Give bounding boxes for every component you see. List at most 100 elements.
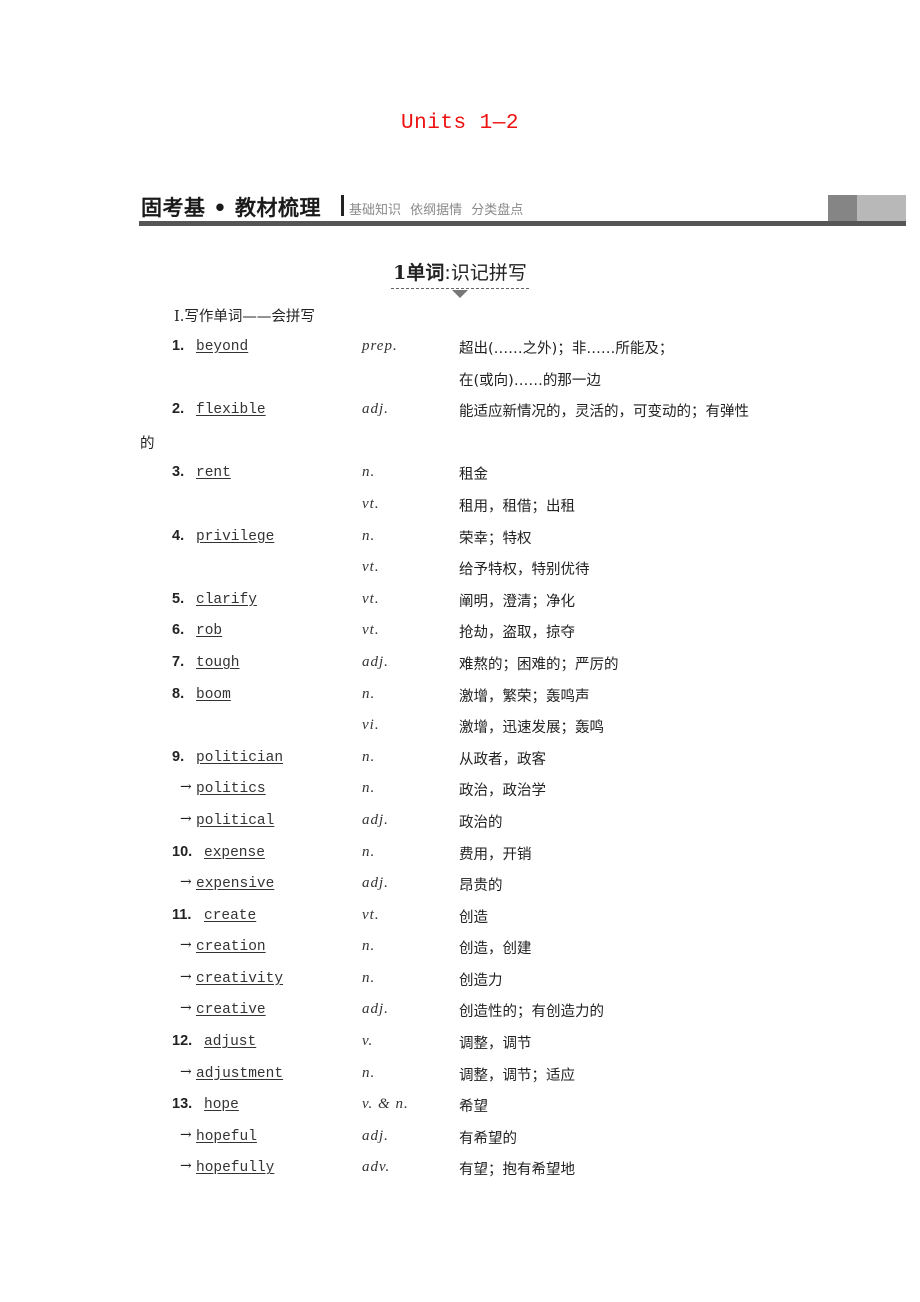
section-header-title: 固考基 • 教材梳理: [141, 196, 322, 220]
definition: 创造力: [459, 972, 503, 989]
vocab-row: → adjustment n. 调整，调节；适应: [0, 1061, 920, 1093]
vocab-word: adjustment: [196, 1065, 284, 1082]
entry-number: 12.: [172, 1033, 193, 1050]
vocab-word: expense: [204, 844, 265, 861]
definition: 租用，租借；出租: [459, 498, 575, 515]
arrow-right-icon: →: [180, 937, 192, 954]
definition: 激增，迅速发展；轰鸣: [459, 720, 604, 737]
vocab-word: adjust: [204, 1034, 257, 1051]
definition: 荣幸；特权: [459, 530, 532, 547]
part-of-speech: adj.: [362, 401, 389, 418]
arrow-right-icon: →: [180, 1126, 192, 1143]
vocab-word: rob: [196, 623, 223, 640]
vocab-row: 的: [0, 429, 920, 461]
entry-number: 5.: [172, 590, 185, 607]
part-of-speech: adj.: [362, 1127, 389, 1144]
part-of-speech: n.: [362, 938, 376, 955]
section-header: 固考基 • 教材梳理 基础知识 依纲据情 分类盘点: [139, 190, 906, 226]
vocab-row: vi. 激增，迅速发展；轰鸣: [0, 713, 920, 745]
vocab-row: 8. boom n. 激增，繁荣；轰鸣声: [0, 682, 920, 714]
vocab-row: 9. politician n. 从政者，政客: [0, 745, 920, 777]
part-of-speech: n.: [362, 843, 376, 860]
definition: 调整，调节: [459, 1036, 532, 1053]
part-of-speech: v. & n.: [362, 1096, 409, 1113]
vocab-row: 5. clarify vt. 阐明，澄清；净化: [0, 587, 920, 619]
definition: 创造性的；有创造力的: [459, 1004, 604, 1021]
vocab-row: vt. 给予特权，特别优待: [0, 555, 920, 587]
entry-number: 8.: [172, 685, 185, 702]
vocab-row: 13. hope v. & n. 希望: [0, 1092, 920, 1124]
definition: 从政者，政客: [459, 751, 546, 768]
definition: 在(或向)……的那一边: [459, 372, 601, 389]
part-of-speech: vt.: [362, 906, 380, 923]
entry-number: 9.: [172, 748, 185, 765]
vocab-row: → political adj. 政治的: [0, 808, 920, 840]
entry-number: 10.: [172, 843, 193, 860]
section-header-subtitle: 基础知识 依纲据情 分类盘点: [349, 203, 524, 218]
header-decor-block-dark: [828, 195, 857, 221]
triangle-down-icon: [452, 290, 468, 298]
part-of-speech: n.: [362, 685, 376, 702]
header-divider-bar: [341, 195, 344, 216]
part-of-speech: n.: [362, 780, 376, 797]
part-of-speech: adj.: [362, 811, 389, 828]
sub-heading: 1单词:识记拼写: [0, 258, 920, 298]
vocab-word: politics: [196, 781, 266, 798]
part-of-speech: n.: [362, 969, 376, 986]
definition: 政治的: [459, 814, 503, 831]
vocab-word: create: [204, 907, 257, 924]
definition: 阐明，澄清；净化: [459, 593, 575, 610]
entry-number: 13.: [172, 1096, 193, 1113]
vocabulary-list: 1. beyond prep. 超出(……之外)；非……所能及； 在(或向)……的那一边…: [0, 334, 920, 1187]
definition: 激增，繁荣；轰鸣声: [459, 688, 590, 705]
arrow-right-icon: →: [180, 1158, 192, 1175]
part-of-speech: n.: [362, 1064, 376, 1081]
vocab-word: creative: [196, 1002, 266, 1019]
definition: 希望: [459, 1099, 488, 1116]
vocab-row: → politics n. 政治，政治学: [0, 776, 920, 808]
definition: 难熬的；困难的；严厉的: [459, 656, 619, 673]
vocab-row: 6. rob vt. 抢劫，盗取，掠夺: [0, 618, 920, 650]
vocab-word: hope: [204, 1097, 239, 1114]
arrow-right-icon: →: [180, 779, 192, 796]
entry-number: 11.: [172, 906, 192, 923]
definition-continuation: 的: [140, 435, 155, 452]
vocab-word: privilege: [196, 528, 275, 545]
vocab-word: creation: [196, 939, 266, 956]
part-of-speech: vi.: [362, 717, 380, 734]
sub-heading-label: 1单词:识记拼写: [391, 258, 529, 298]
arrow-right-icon: →: [180, 1063, 192, 1080]
vocab-word: beyond: [196, 339, 249, 355]
definition: 给予特权，特别优待: [459, 562, 590, 579]
definition: 创造，创建: [459, 941, 532, 958]
part-of-speech: n.: [362, 748, 376, 765]
vocab-row: 在(或向)……的那一边: [0, 366, 920, 398]
arrow-right-icon: →: [180, 1000, 192, 1017]
definition: 有希望的: [459, 1130, 517, 1147]
vocab-word: politician: [196, 749, 284, 766]
part-of-speech: vt.: [362, 590, 380, 607]
arrow-right-icon: →: [180, 968, 192, 985]
arrow-right-icon: →: [180, 874, 192, 891]
sub-heading-bold: 单词: [406, 262, 445, 284]
definition: 调整，调节；适应: [459, 1067, 575, 1084]
vocab-row: 10. expense n. 费用，开销: [0, 840, 920, 872]
entry-number: 4.: [172, 527, 185, 544]
arrow-right-icon: →: [180, 810, 192, 827]
vocab-word: hopeful: [196, 1128, 257, 1145]
vocab-word: clarify: [196, 591, 257, 608]
sub-heading-number: 1: [393, 262, 407, 284]
part-of-speech: adj.: [362, 1001, 389, 1018]
header-decor-block-light: [857, 195, 906, 221]
vocab-word: flexible: [196, 402, 266, 419]
definition: 有望；抱有希望地: [459, 1162, 575, 1179]
part-title: Ⅰ.写作单词——会拼写: [174, 309, 315, 325]
definition: 能适应新情况的，灵活的，可变动的；有弹性: [459, 404, 749, 421]
page-title: Units 1—2: [401, 112, 519, 135]
vocab-word: creativity: [196, 970, 284, 987]
part-of-speech: n.: [362, 464, 376, 481]
vocab-word: expensive: [196, 876, 275, 893]
entry-number: 7.: [172, 653, 185, 670]
vocab-word: rent: [196, 465, 231, 482]
entry-number: 2.: [172, 401, 185, 418]
